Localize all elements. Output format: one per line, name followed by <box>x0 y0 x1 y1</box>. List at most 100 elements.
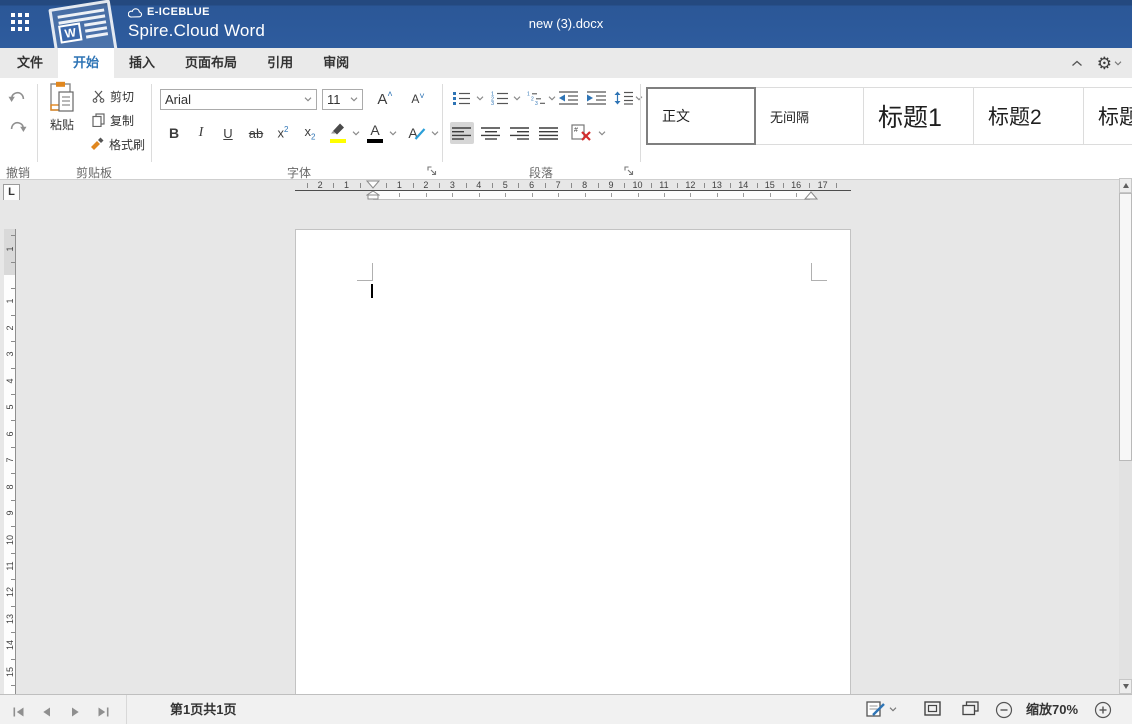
scroll-down-button[interactable] <box>1119 679 1132 694</box>
multilevel-list-button[interactable]: 1 2 3 <box>525 87 547 109</box>
increase-indent-button[interactable] <box>585 87 609 109</box>
shrink-font-button[interactable]: A˅ <box>404 88 432 110</box>
vertical-scrollbar[interactable] <box>1119 178 1132 694</box>
line-spacing-button[interactable] <box>613 87 635 109</box>
subscript-button[interactable]: x2 <box>299 122 321 144</box>
cut-button[interactable]: 剪切 <box>92 87 134 105</box>
v-ruler-num: 3 <box>5 349 15 359</box>
align-left-button[interactable] <box>450 122 474 144</box>
v-ruler-tick <box>11 235 15 236</box>
formatting-marks-icon: # <box>571 124 592 141</box>
line-spacing-chevron[interactable] <box>634 87 644 109</box>
italic-button[interactable]: I <box>190 122 212 144</box>
underline-button[interactable]: U <box>217 122 239 144</box>
zoom-in-button[interactable] <box>1094 701 1112 719</box>
font-color-button[interactable]: A <box>365 122 385 144</box>
clear-formatting-chevron[interactable] <box>429 122 441 144</box>
triangle-down-icon <box>1123 684 1129 689</box>
multi-page-view-icon <box>962 701 979 716</box>
previous-page-button[interactable] <box>40 704 54 722</box>
triangle-up-icon <box>1123 183 1129 188</box>
first-line-indent-marker[interactable] <box>366 180 380 189</box>
v-ruler-num: 1 <box>5 244 15 254</box>
decrease-indent-button[interactable] <box>557 87 581 109</box>
v-ruler-num: 8 <box>5 482 15 492</box>
increase-indent-icon <box>587 91 607 105</box>
single-page-view-button[interactable] <box>924 701 941 716</box>
highlight-color-button[interactable] <box>328 122 348 144</box>
edit-mode-button[interactable] <box>866 701 897 718</box>
tab-references[interactable]: 引用 <box>252 48 308 78</box>
last-page-button[interactable] <box>96 704 110 722</box>
superscript-button[interactable]: x2 <box>272 122 294 144</box>
font-dialog-launcher[interactable] <box>426 163 438 175</box>
scroll-up-button[interactable] <box>1119 178 1132 193</box>
tab-insert[interactable]: 插入 <box>114 48 170 78</box>
document-canvas[interactable]: 1123456789101112131415 <box>0 200 1119 694</box>
tab-stop-selector[interactable]: L <box>3 184 20 201</box>
ribbon-home: 撤销 粘贴 剪切 <box>0 78 1132 180</box>
multi-page-view-button[interactable] <box>962 701 979 716</box>
zoom-out-button[interactable] <box>995 701 1013 719</box>
settings-gear-icon[interactable]: ⚙ <box>1097 55 1122 72</box>
font-name-select[interactable]: Arial <box>160 89 317 110</box>
format-painter-button[interactable]: 格式刷 <box>90 135 145 153</box>
collapse-ribbon-icon[interactable] <box>1071 60 1083 67</box>
clear-formatting-button[interactable]: A <box>406 122 428 144</box>
app-launcher-grid-icon[interactable] <box>11 13 33 35</box>
next-page-button[interactable] <box>68 704 82 722</box>
style-heading1[interactable]: 标题1 <box>864 87 974 145</box>
settings-chevron-icon <box>1114 61 1122 66</box>
right-indent-marker[interactable] <box>804 191 818 200</box>
strikethrough-button[interactable]: ab <box>244 122 268 144</box>
v-ruler-tick <box>11 659 15 660</box>
copy-label: 复制 <box>110 112 134 129</box>
font-color-bar <box>367 139 383 143</box>
h-ruler-num: 15 <box>765 180 775 190</box>
undo-button[interactable] <box>5 85 29 107</box>
bold-button[interactable]: B <box>163 122 185 144</box>
formatting-marks-button[interactable]: # <box>568 121 594 143</box>
first-page-button[interactable] <box>12 704 26 722</box>
style-normal[interactable]: 正文 <box>646 87 756 145</box>
hanging-indent-marker[interactable] <box>366 191 380 200</box>
style-heading2[interactable]: 标题2 <box>974 87 1084 145</box>
align-right-button[interactable] <box>508 122 532 144</box>
v-ruler-tick <box>11 500 15 501</box>
numbered-list-button[interactable]: 123 <box>489 87 511 109</box>
font-color-chevron[interactable] <box>387 122 399 144</box>
v-ruler-num: 15 <box>5 667 15 677</box>
scissors-icon <box>92 90 105 103</box>
v-ruler-num: 10 <box>5 535 15 545</box>
paste-button[interactable]: 粘贴 <box>42 81 82 143</box>
h-ruler-num: 13 <box>712 180 722 190</box>
document-page[interactable] <box>295 229 851 694</box>
h-ruler-ltick <box>664 193 665 197</box>
horizontal-ruler[interactable]: 121234567891011121314151617 <box>0 180 1119 200</box>
bullet-list-button[interactable] <box>451 87 473 109</box>
copy-icon <box>92 113 105 127</box>
highlight-color-chevron[interactable] <box>350 122 362 144</box>
scrollbar-thumb[interactable] <box>1119 193 1132 461</box>
v-ruler-tick <box>11 553 15 554</box>
tab-file[interactable]: 文件 <box>2 48 58 78</box>
numbered-list-chevron[interactable] <box>511 87 523 109</box>
redo-button[interactable] <box>5 115 29 137</box>
tab-page-layout[interactable]: 页面布局 <box>170 48 252 78</box>
copy-button[interactable]: 复制 <box>92 111 134 129</box>
align-center-button[interactable] <box>479 122 503 144</box>
brand-block: E-ICEBLUE Spire.Cloud Word <box>128 6 265 41</box>
font-size-select[interactable]: 11 <box>322 89 363 110</box>
bullet-list-chevron[interactable] <box>474 87 486 109</box>
vertical-ruler[interactable]: 1123456789101112131415 <box>4 229 16 694</box>
tab-home[interactable]: 开始 <box>58 48 114 78</box>
v-ruler-scale: 1123456789101112131415 <box>4 229 15 694</box>
formatting-marks-chevron[interactable] <box>596 122 608 144</box>
align-justify-button[interactable] <box>537 122 561 144</box>
tab-review[interactable]: 审阅 <box>308 48 364 78</box>
paragraph-dialog-launcher[interactable] <box>623 163 635 175</box>
style-no-spacing[interactable]: 无间隔 <box>756 87 864 145</box>
style-heading3[interactable]: 标题3 <box>1084 87 1132 145</box>
grow-font-button[interactable]: A˄ <box>371 88 399 110</box>
text-cursor <box>371 284 373 298</box>
